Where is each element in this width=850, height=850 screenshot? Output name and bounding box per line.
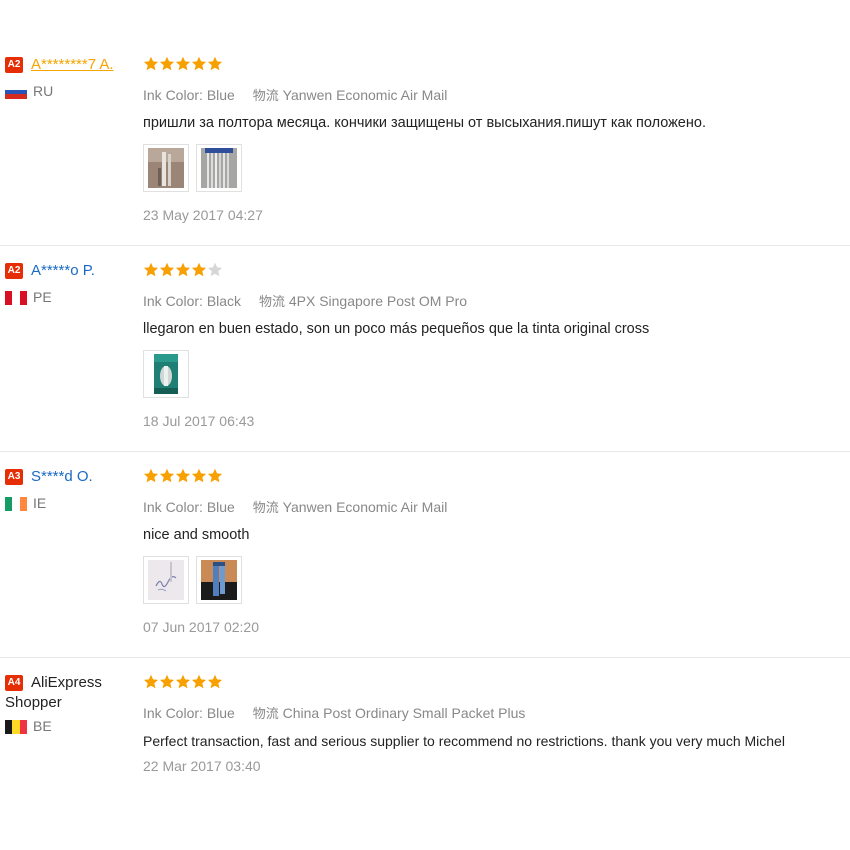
photo-pen-tips-icon (148, 148, 184, 188)
star-rating (143, 674, 850, 692)
review-date: 07 Jun 2017 02:20 (143, 619, 259, 635)
review-content: Ink Color: Blue 物流 Yanwen Economic Air M… (143, 56, 850, 223)
reviewer-name-link[interactable]: A********7 A. (31, 56, 114, 73)
star-filled-icon (159, 468, 175, 484)
star-filled-icon (207, 468, 223, 484)
review-photo-thumbnail[interactable] (196, 144, 242, 192)
star-filled-icon (191, 262, 207, 278)
reviewer-info: A3 S****d O. IE (5, 468, 140, 512)
photo-refills-in-hand-icon (201, 560, 237, 600)
star-rating (143, 262, 850, 280)
belgium-flag-icon (5, 720, 27, 735)
star-filled-icon (191, 56, 207, 72)
reviewer-info: A2 A*****o P. PE (5, 262, 140, 306)
review-date: 22 Mar 2017 03:40 (143, 758, 261, 774)
review-date: 18 Jul 2017 06:43 (143, 413, 255, 429)
logistics-label: 物流 (258, 295, 285, 310)
review-photo-thumbnail[interactable] (143, 144, 189, 192)
ink-color-label: Ink Color: (143, 293, 203, 309)
review-text: llegaron en buen estado, son un poco más… (143, 321, 650, 337)
review-text: пришли за полтора месяца. кончики защище… (143, 115, 706, 131)
ink-color-value: Blue (206, 705, 235, 721)
star-filled-icon (191, 468, 207, 484)
reviewer-country: BE (5, 718, 140, 735)
star-filled-icon (207, 674, 223, 690)
review-photos (143, 350, 850, 398)
photo-pen-refills-icon (201, 148, 237, 188)
ink-color-value: Blue (206, 87, 235, 103)
review-content: Ink Color: Blue 物流 China Post Ordinary S… (143, 674, 850, 774)
star-filled-icon (159, 674, 175, 690)
star-empty-icon (207, 262, 223, 278)
order-info: Ink Color: Blue 物流 Yanwen Economic Air M… (143, 497, 850, 516)
reviewer-info: A2 A********7 A. RU (5, 56, 140, 100)
photo-package-icon (154, 354, 178, 394)
ireland-flag-icon (5, 497, 27, 512)
country-code: IE (33, 495, 47, 511)
review-item: A2 A*****o P. PE Ink Color: Black 物流 4PX … (0, 262, 850, 452)
ink-color-label: Ink Color: (143, 705, 203, 721)
review-content: Ink Color: Blue 物流 Yanwen Economic Air M… (143, 468, 850, 635)
peru-flag-icon (5, 291, 27, 306)
review-item: A2 A********7 A. RU Ink Color: Blue 物流 Ya… (0, 56, 850, 246)
reviewer-name-link[interactable]: A*****o P. (31, 262, 95, 279)
logistics-label: 物流 (252, 501, 279, 516)
review-photo-thumbnail[interactable] (143, 350, 189, 398)
star-filled-icon (143, 468, 159, 484)
ink-color-label: Ink Color: (143, 499, 203, 515)
order-info: Ink Color: Blue 物流 China Post Ordinary S… (143, 703, 850, 722)
ink-color-value: Blue (206, 499, 235, 515)
star-rating (143, 468, 850, 486)
review-photos (143, 144, 850, 192)
star-filled-icon (175, 674, 191, 690)
review-photos (143, 556, 850, 604)
reviewer-name-link[interactable]: S****d O. (31, 468, 93, 485)
star-filled-icon (143, 262, 159, 278)
logistics-label: 物流 (252, 89, 279, 104)
review-date: 23 May 2017 04:27 (143, 207, 263, 223)
star-filled-icon (159, 56, 175, 72)
russia-flag-icon (5, 85, 27, 100)
shipping-method: China Post Ordinary Small Packet Plus (282, 705, 526, 721)
star-filled-icon (207, 56, 223, 72)
order-info: Ink Color: Blue 物流 Yanwen Economic Air M… (143, 85, 850, 104)
review-item: A4 AliExpress Shopper BE Ink Color: Blue … (0, 674, 850, 784)
buyer-level-badge: A3 (5, 468, 23, 485)
star-rating (143, 56, 850, 74)
reviewer-info: A4 AliExpress Shopper BE (5, 674, 140, 735)
reviewer-name-continued: Shopper (5, 694, 62, 711)
shipping-method: 4PX Singapore Post OM Pro (288, 293, 468, 309)
shipping-method: Yanwen Economic Air Mail (282, 87, 448, 103)
star-filled-icon (159, 262, 175, 278)
star-filled-icon (143, 56, 159, 72)
ink-color-label: Ink Color: (143, 87, 203, 103)
star-filled-icon (191, 674, 207, 690)
star-filled-icon (175, 262, 191, 278)
photo-writing-sample-icon (148, 560, 184, 600)
country-code: RU (33, 83, 54, 99)
country-code: BE (33, 718, 52, 734)
review-text: nice and smooth (143, 527, 250, 543)
buyer-level-badge: A4 (5, 674, 23, 691)
review-item: A3 S****d O. IE Ink Color: Blue 物流 Yanwen… (0, 468, 850, 658)
country-code: PE (33, 289, 52, 305)
review-content: Ink Color: Black 物流 4PX Singapore Post O… (143, 262, 850, 429)
star-filled-icon (143, 674, 159, 690)
shipping-method: Yanwen Economic Air Mail (282, 499, 448, 515)
reviewer-country: RU (5, 83, 140, 100)
star-filled-icon (175, 56, 191, 72)
reviewer-country: PE (5, 289, 140, 306)
star-filled-icon (175, 468, 191, 484)
reviewer-name: AliExpress (31, 674, 102, 692)
buyer-level-badge: A2 (5, 56, 23, 73)
ink-color-value: Black (206, 293, 242, 309)
review-text: Perfect transaction, fast and serious su… (143, 733, 785, 749)
buyer-level-badge: A2 (5, 262, 23, 279)
review-photo-thumbnail[interactable] (143, 556, 189, 604)
reviewer-country: IE (5, 495, 140, 512)
order-info: Ink Color: Black 物流 4PX Singapore Post O… (143, 291, 850, 310)
logistics-label: 物流 (252, 707, 279, 722)
review-photo-thumbnail[interactable] (196, 556, 242, 604)
